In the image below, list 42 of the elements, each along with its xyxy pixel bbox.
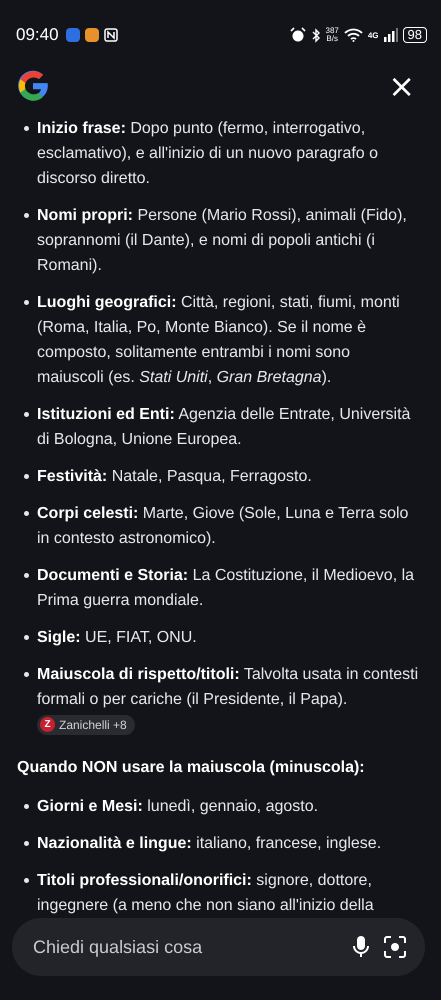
- search-field[interactable]: Chiedi qualsiasi cosa: [12, 918, 425, 976]
- bullet-text: Titoli professionali/onorifici: signore, dottore, ingegnere (a meno che non siano all'inizio della: [37, 871, 375, 916]
- bullet-text: Istituzioni ed Enti: Agenzia delle Entrate, Università di Bologna, Unione Europea.: [37, 405, 412, 450]
- net-speed-unit: B/s: [326, 35, 338, 43]
- bullet-text: Luoghi geografici: Città, regioni, stati, fiumi, monti (Roma, Italia, Po, Monte Bianco). Se il nome è composto, solitamente entrambi i nomi sono maiuscoli (es. Stati Uniti, Gran Bretagna).: [37, 293, 401, 388]
- bullet-text: Nomi propri: Persone (Mario Rossi), animali (Fido), soprannomi (il Dante), e nomi di popoli antichi (i Romani).: [37, 206, 408, 276]
- close-button[interactable]: ×: [388, 70, 415, 102]
- bullet-text: Maiuscola di rispetto/titoli: Talvolta usata in contesti formali o per cariche (il Presidente, il Papa). Z Zanichelli +8: [37, 662, 421, 737]
- nfc-icon: [104, 28, 118, 42]
- bullet-text: Festività: Natale, Pasqua, Ferragosto.: [37, 467, 312, 487]
- bullet-text: Sigle: UE, FIAT, ONU.: [37, 628, 197, 648]
- alarm-icon: [290, 27, 306, 43]
- bullet-icon: [24, 412, 29, 417]
- bullet-icon: [24, 672, 29, 677]
- network-type: 4G: [368, 30, 379, 40]
- section-heading: Quando NON usare la maiuscola (minuscola):: [17, 758, 366, 778]
- bullet-icon: [24, 511, 29, 516]
- microphone-icon[interactable]: [353, 935, 369, 959]
- signal-icon: [384, 28, 398, 42]
- camera-icon[interactable]: [383, 935, 407, 959]
- bullet-icon: [24, 300, 29, 305]
- status-time: 09:40: [16, 25, 59, 45]
- bullet-icon: [24, 878, 29, 883]
- battery-indicator: 98: [402, 27, 427, 43]
- bullet-text: Documenti e Storia: La Costituzione, il Medioevo, la Prima guerra mondiale.: [37, 566, 416, 611]
- bullet-icon: [24, 635, 29, 640]
- bullet-icon: [24, 126, 29, 131]
- bullet-icon: [24, 213, 29, 218]
- bullet-icon: [24, 841, 29, 846]
- source-chip[interactable]: Z Zanichelli +8: [37, 714, 135, 735]
- app-icon: [84, 28, 99, 42]
- bluetooth-icon: [310, 28, 320, 42]
- google-logo-icon: [16, 69, 50, 103]
- bullet-text: Nazionalità e lingue: italiano, francese, inglese.: [37, 834, 382, 854]
- bullet-icon: [24, 573, 29, 578]
- bullet-text: Giorni e Mesi: lunedì, gennaio, agosto.: [37, 797, 318, 817]
- bullet-icon: [24, 804, 29, 809]
- wifi-icon: [344, 28, 363, 42]
- bullet-icon: [24, 474, 29, 479]
- bullet-text: Corpi celesti: Marte, Giove (Sole, Luna e Terra solo in contesto astronomico).: [37, 504, 410, 549]
- bullet-text: Inizio frase: Dopo punto (fermo, interrogativo, esclamativo), e all'inizio di un nuovo paragrafo o discorso diretto.: [37, 119, 380, 189]
- net-speed: 387: [326, 27, 339, 35]
